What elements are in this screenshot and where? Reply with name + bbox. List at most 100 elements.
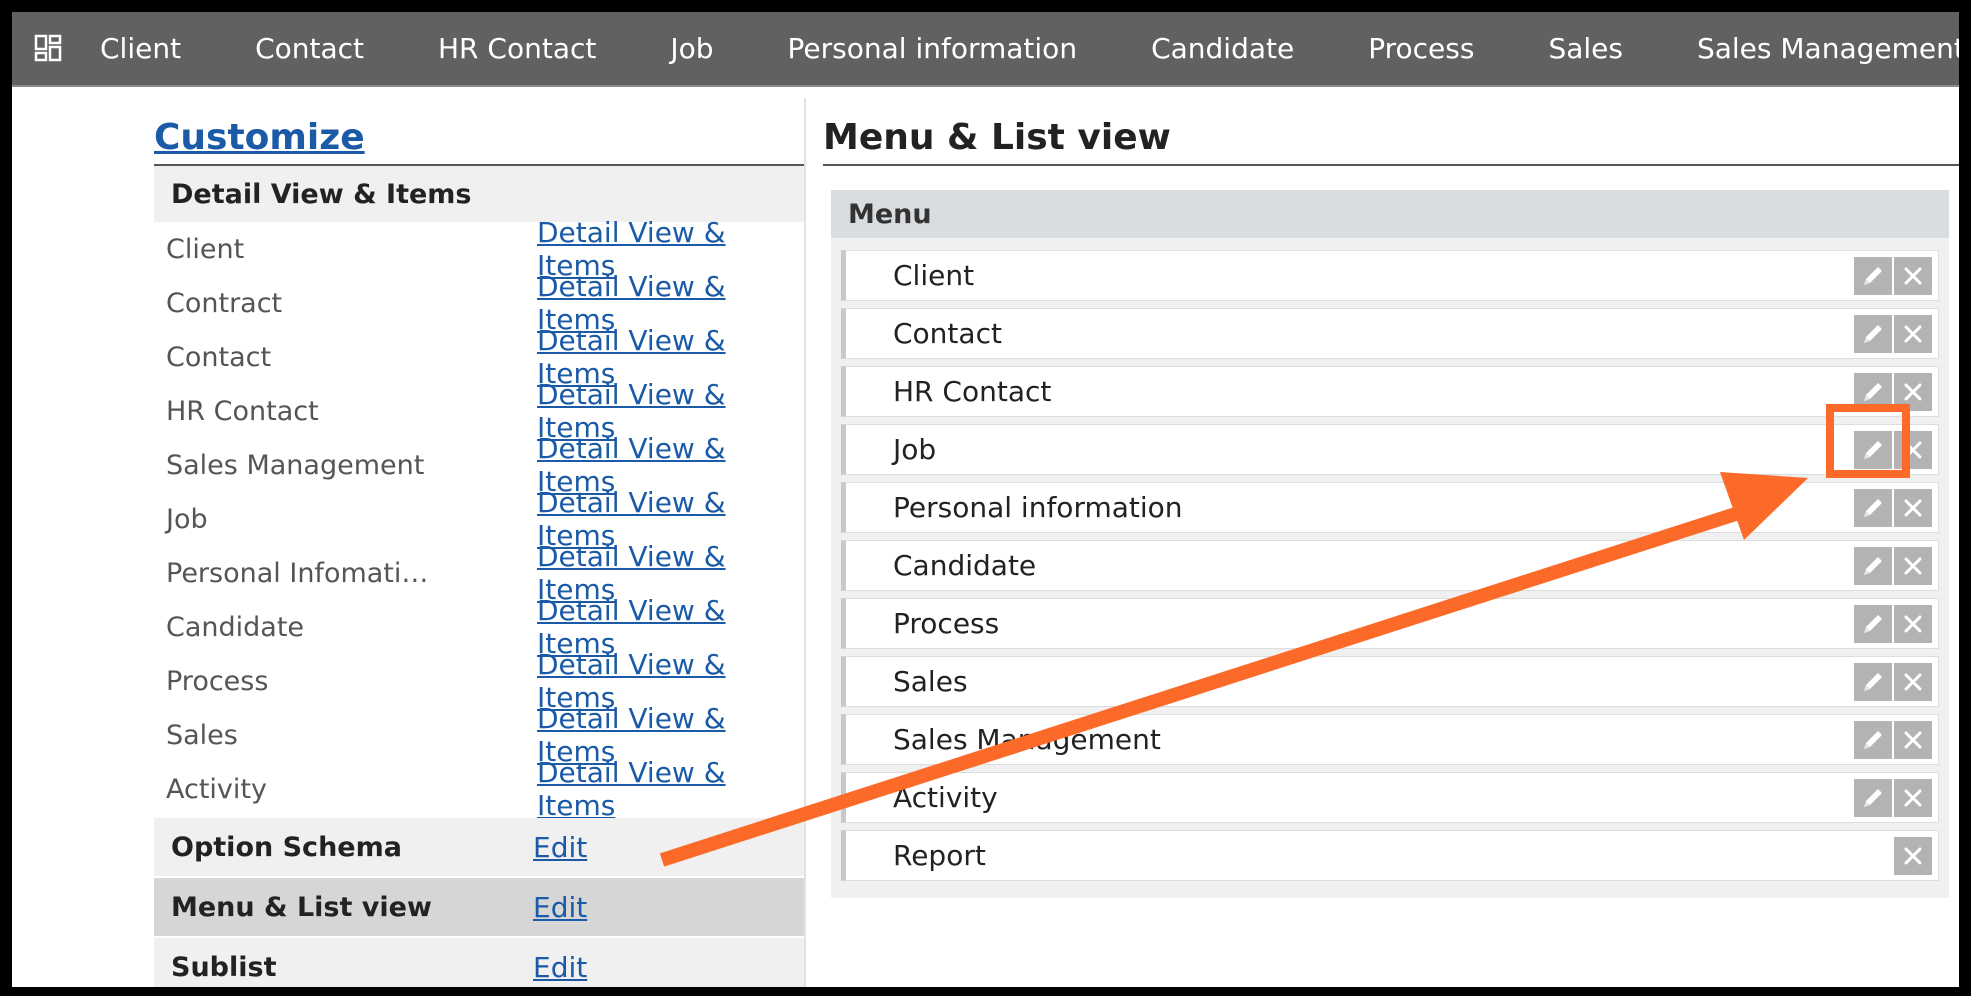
pencil-icon [1864,325,1882,343]
nav-item-process[interactable]: Process [1368,32,1474,65]
menu-item-label: HR Contact [893,375,1052,408]
detail-view-row-label: Contact [166,341,272,373]
detail-view-row-label: Client [166,233,245,265]
menu-item-row: Report [841,830,1939,881]
section-edit-link[interactable]: Edit [533,951,587,984]
menu-item-row: Activity [841,772,1939,823]
menu-item-label: Personal information [893,491,1183,524]
menu-item-row: Candidate [841,540,1939,591]
close-icon [1904,557,1922,575]
menu-item-row: HR Contact [841,366,1939,417]
pencil-icon [1864,731,1882,749]
section-row-option-schema: Option Schema Edit [154,818,804,876]
menu-section-header: Menu [831,190,1949,238]
close-icon [1904,325,1922,343]
menu-item-label: Activity [893,781,998,814]
close-icon [1904,789,1922,807]
edit-button[interactable] [1854,605,1892,643]
delete-button[interactable] [1894,837,1932,875]
menu-item-label: Report [893,839,986,872]
customize-title-link[interactable]: Customize [154,112,804,166]
close-icon [1904,673,1922,691]
menu-item-label: Job [893,433,937,466]
delete-button[interactable] [1894,547,1932,585]
detail-view-row-label: Process [166,665,269,697]
edit-button[interactable] [1854,315,1892,353]
edit-button[interactable] [1854,489,1892,527]
nav-items: Client Contact HR Contact Job Personal infor… [100,12,1959,85]
section-label: Menu & List view [171,891,432,923]
delete-button[interactable] [1894,721,1932,759]
section-edit-link[interactable]: Edit [533,831,587,864]
pencil-icon [1864,615,1882,633]
section-row-sublist: Sublist Edit [154,938,804,987]
edit-button[interactable] [1854,779,1892,817]
delete-button[interactable] [1894,257,1932,295]
detail-view-row-label: Activity [166,773,267,805]
nav-item-candidate[interactable]: Candidate [1151,32,1294,65]
edit-button[interactable] [1854,663,1892,701]
menu-item-label: Candidate [893,549,1037,582]
menu-list-view-panel: Menu & List view Menu Client Contact HR Co… [823,112,1959,898]
detail-view-row-label: Personal Infomati… [166,557,429,589]
detail-view-row: Process Detail View & Items [154,648,804,714]
annotation-highlight-box [1826,404,1910,478]
app-window: Client Contact HR Contact Job Personal infor… [12,12,1959,987]
option-sections: Option Schema Edit Menu & List view Edit Sub… [154,818,804,987]
nav-item-sales[interactable]: Sales [1548,32,1623,65]
menu-item-label: Sales Management [893,723,1161,756]
edit-button[interactable] [1854,547,1892,585]
menu-item-row: Process [841,598,1939,649]
pencil-icon [1864,673,1882,691]
top-nav-bar: Client Contact HR Contact Job Personal infor… [12,12,1959,87]
detail-view-row: Contract Detail View & Items [154,270,804,336]
nav-item-contact[interactable]: Contact [255,32,364,65]
menu-item-label: Client [893,259,975,292]
detail-view-row: Client Detail View & Items [154,216,804,282]
close-icon [1904,267,1922,285]
edit-button[interactable] [1854,257,1892,295]
panel-divider [804,98,806,987]
detail-view-items-link[interactable]: Detail View & Items [537,756,804,822]
pencil-icon [1864,383,1882,401]
page-title: Menu & List view [823,112,1959,166]
detail-view-row: Personal Infomati… Detail View & Items [154,540,804,606]
close-icon [1904,499,1922,517]
delete-button[interactable] [1894,779,1932,817]
detail-view-row: Sales Detail View & Items [154,702,804,768]
section-label: Option Schema [171,831,402,863]
menu-item-row: Sales Management [841,714,1939,765]
grid-icon[interactable] [34,34,62,62]
menu-item-row: Personal information [841,482,1939,533]
menu-item-row: Client [841,250,1939,301]
detail-view-list: Client Detail View & Items Contract Detail … [154,216,804,822]
pencil-icon [1864,499,1882,517]
detail-view-row-label: Contract [166,287,283,319]
edit-button[interactable] [1854,721,1892,759]
delete-button[interactable] [1894,489,1932,527]
nav-item-hr-contact[interactable]: HR Contact [438,32,596,65]
detail-view-section-header: Detail View & Items [154,166,804,222]
menu-item-label: Sales [893,665,968,698]
delete-button[interactable] [1894,605,1932,643]
close-icon [1904,731,1922,749]
detail-view-row: HR Contact Detail View & Items [154,378,804,444]
menu-item-row: Sales [841,656,1939,707]
close-icon [1904,615,1922,633]
detail-view-row-label: Candidate [166,611,305,643]
pencil-icon [1864,557,1882,575]
nav-item-personal-information[interactable]: Personal information [788,32,1078,65]
section-edit-link[interactable]: Edit [533,891,587,924]
detail-view-row-label: Job [166,503,208,535]
nav-item-job[interactable]: Job [670,32,713,65]
delete-button[interactable] [1894,663,1932,701]
nav-item-sales-management[interactable]: Sales Management [1697,32,1959,65]
detail-view-row: Candidate Detail View & Items [154,594,804,660]
menu-item-row: Contact [841,308,1939,359]
menu-item-label: Contact [893,317,1002,350]
menu-item-row: Job [841,424,1939,475]
delete-button[interactable] [1894,315,1932,353]
menu-box: Menu Client Contact HR Contact Job Personal … [831,190,1949,898]
nav-item-client[interactable]: Client [100,32,181,65]
section-label: Sublist [171,951,277,983]
